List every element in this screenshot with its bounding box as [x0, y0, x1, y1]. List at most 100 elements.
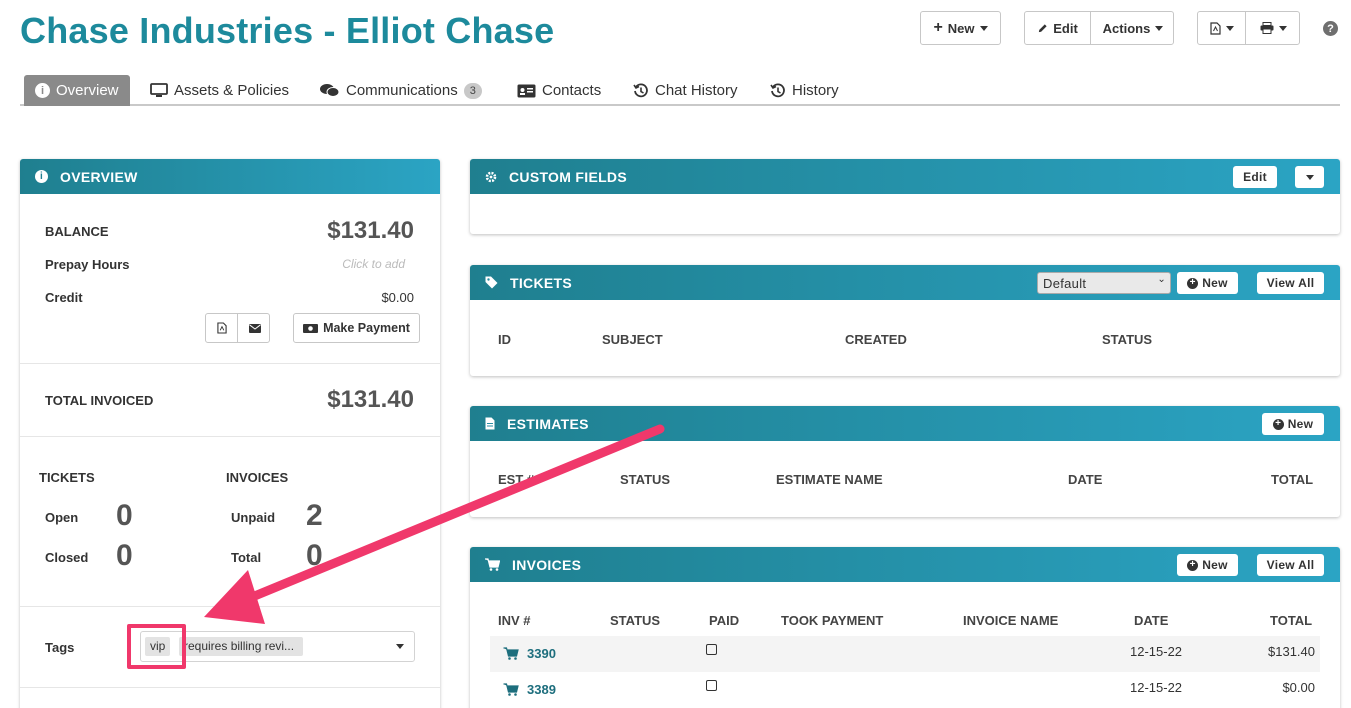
tab-label: Communications: [346, 82, 458, 99]
invoices-column-header: TOTAL: [1270, 613, 1313, 628]
custom-fields-edit-button[interactable]: Edit: [1233, 166, 1277, 188]
new-invoice-button[interactable]: + New: [1177, 554, 1238, 576]
plus-circle-icon: +: [1272, 418, 1284, 430]
view-all-invoices-button[interactable]: View All: [1257, 554, 1324, 576]
new-button-label: New: [947, 20, 975, 36]
shopping-cart-icon: [503, 647, 519, 660]
chevron-down-icon: [1155, 25, 1164, 31]
id-card-icon: [517, 84, 536, 97]
overview-panel-title: OVERVIEW: [60, 168, 138, 185]
tab-label: Contacts: [542, 82, 602, 99]
printer-icon: [1260, 22, 1274, 34]
export-print-group: [1197, 11, 1300, 45]
shopping-cart-icon: [503, 683, 519, 696]
divider: [20, 606, 440, 607]
edit-actions-group: Edit Actions: [1024, 11, 1174, 45]
paid-checkbox[interactable]: [706, 644, 717, 655]
print-button[interactable]: [1246, 12, 1301, 44]
tab-label: Assets & Policies: [174, 82, 290, 99]
email-statement-button[interactable]: [238, 314, 271, 342]
envelope-icon: [248, 323, 261, 333]
tickets-panel-header: TICKETS Default ⌄ + New View All: [470, 265, 1340, 300]
tab-contacts[interactable]: Contacts: [517, 75, 601, 106]
pdf-icon: [216, 322, 227, 334]
credit-label: Credit: [45, 290, 83, 305]
pencil-icon: [1039, 23, 1047, 32]
tab-history[interactable]: History: [770, 75, 839, 106]
money-icon: [303, 323, 319, 333]
communications-count-badge: 3: [463, 82, 482, 99]
tag-chip[interactable]: requires billing revi...: [179, 637, 303, 656]
tab-label: Overview: [56, 82, 119, 99]
tab-assets-policies[interactable]: Assets & Policies: [150, 75, 289, 106]
actions-button[interactable]: Actions: [1091, 12, 1175, 44]
invoice-number-link[interactable]: 3389: [503, 682, 556, 697]
chevron-down-icon: [1225, 25, 1234, 31]
total-invoices-label: Total: [231, 550, 262, 565]
tab-chat-history[interactable]: Chat History: [633, 75, 738, 106]
table-row: 3390 12-15-22 $131.40: [490, 636, 1320, 672]
total-invoices-count: 0: [306, 539, 323, 572]
tickets-column-header: SUBJECT: [602, 332, 663, 347]
plus-circle-icon: +: [1187, 277, 1199, 289]
chevron-down-icon: [396, 644, 404, 649]
total-invoiced-value: $131.40: [327, 386, 414, 413]
tickets-stats-label: TICKETS: [39, 470, 95, 485]
tickets-column-header: STATUS: [1102, 332, 1153, 347]
new-button[interactable]: + New: [920, 11, 1001, 45]
actions-button-label: Actions: [1102, 20, 1151, 36]
custom-fields-panel-header: CUSTOM FIELDS Edit: [470, 159, 1340, 194]
table-row: 3389 12-15-22 $0.00: [490, 672, 1320, 708]
paid-checkbox[interactable]: [706, 680, 717, 691]
balance-value: $131.40: [327, 217, 414, 244]
pdf-icon: [1209, 21, 1221, 35]
new-ticket-label: New: [1202, 276, 1228, 290]
statement-actions-group: [205, 313, 270, 343]
tab-label: Chat History: [655, 82, 738, 99]
edit-button[interactable]: Edit: [1025, 12, 1091, 44]
history-icon: [633, 82, 648, 97]
divider: [20, 363, 440, 364]
custom-fields-menu-button[interactable]: [1295, 166, 1324, 188]
make-payment-button[interactable]: Make Payment: [293, 313, 420, 343]
invoice-number: 3389: [527, 682, 556, 697]
invoice-total: $0.00: [1282, 680, 1315, 695]
tab-overview[interactable]: i Overview: [24, 75, 130, 106]
history-icon: [770, 82, 785, 97]
invoice-total: $131.40: [1268, 644, 1315, 659]
view-all-tickets-button[interactable]: View All: [1257, 272, 1324, 294]
tags-label: Tags: [45, 640, 75, 655]
tickets-filter-select[interactable]: Default ⌄: [1037, 272, 1171, 294]
tab-label: History: [792, 82, 839, 99]
statement-pdf-button[interactable]: [206, 314, 238, 342]
credit-value: $0.00: [381, 290, 414, 305]
invoice-date: 12-15-22: [1130, 644, 1183, 659]
open-tickets-label: Open: [45, 510, 79, 525]
document-icon: [485, 417, 495, 430]
tickets-filter-value: Default: [1043, 275, 1087, 291]
estimates-panel: ESTIMATES + New EST # STATUS ESTIMATE NA…: [470, 406, 1340, 517]
invoices-stats-label: INVOICES: [226, 470, 289, 485]
estimates-column-header: STATUS: [620, 472, 671, 487]
estimates-panel-header: ESTIMATES + New: [470, 406, 1340, 441]
new-estimate-button[interactable]: + New: [1262, 413, 1324, 435]
prepay-hours-add[interactable]: Click to add: [342, 257, 405, 271]
invoice-number-link[interactable]: 3390: [503, 646, 556, 661]
invoices-panel-header: INVOICES + New View All: [470, 547, 1340, 582]
help-icon[interactable]: ?: [1323, 21, 1338, 36]
pdf-button[interactable]: [1198, 12, 1246, 44]
tab-communications[interactable]: Communications 3: [320, 75, 482, 106]
plus-icon: +: [933, 19, 943, 36]
invoices-panel-title: INVOICES: [512, 556, 582, 573]
total-invoiced-label: TOTAL INVOICED: [45, 393, 154, 408]
estimates-column-header: EST #: [498, 472, 535, 487]
estimates-column-header: ESTIMATE NAME: [776, 472, 883, 487]
overview-panel-header: i OVERVIEW: [20, 159, 440, 194]
edit-button-label: Edit: [1053, 20, 1078, 36]
unpaid-invoices-count: 2: [306, 499, 323, 532]
invoices-column-header: INV #: [498, 613, 531, 628]
balance-label: BALANCE: [45, 224, 109, 239]
tickets-panel: TICKETS Default ⌄ + New View All ID SUBJ…: [470, 265, 1340, 376]
new-ticket-button[interactable]: + New: [1177, 272, 1238, 294]
tickets-panel-title: TICKETS: [510, 274, 572, 291]
